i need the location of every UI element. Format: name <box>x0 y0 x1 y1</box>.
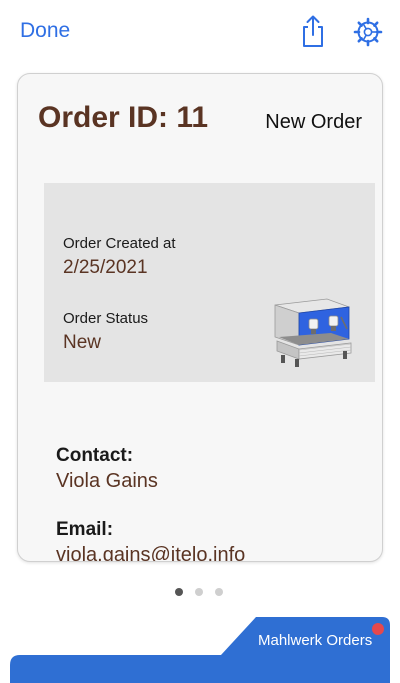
page-dot-1[interactable] <box>175 588 183 596</box>
order-created-label: Order Created at <box>63 235 176 252</box>
order-id-title: Order ID: 11 <box>38 101 209 134</box>
pass-group-name: Mahlwerk Orders <box>258 632 373 649</box>
pass-screen: Done Order ID: 11 New Order Order Create… <box>0 0 400 683</box>
settings-button[interactable] <box>352 16 384 48</box>
email-address[interactable]: viola.gains@itelo.info <box>56 543 245 561</box>
contact-label: Contact: <box>56 445 134 466</box>
order-type-label: New Order <box>265 111 362 133</box>
espresso-machine-image <box>274 298 352 367</box>
pass-stack-tab[interactable]: Mahlwerk Orders <box>10 615 391 683</box>
notification-badge <box>372 623 384 635</box>
page-dot-2[interactable] <box>195 588 203 596</box>
contact-name: Viola Gains <box>56 470 158 492</box>
order-status-value: New <box>63 332 102 353</box>
page-dot-3[interactable] <box>215 588 223 596</box>
gear-icon <box>353 17 383 47</box>
share-icon <box>303 15 323 47</box>
done-button[interactable]: Done <box>20 18 70 44</box>
share-button[interactable] <box>298 14 328 48</box>
order-created-value: 2/25/2021 <box>63 257 148 278</box>
order-pass-card[interactable]: Order ID: 11 New Order Order Created at … <box>17 73 383 562</box>
email-label: Email: <box>56 519 114 540</box>
page-indicator[interactable] <box>172 588 232 598</box>
nav-bar: Done <box>0 0 400 64</box>
order-status-label: Order Status <box>63 310 149 327</box>
order-info-strip: Order Created at 2/25/2021 Order Status … <box>44 183 375 382</box>
